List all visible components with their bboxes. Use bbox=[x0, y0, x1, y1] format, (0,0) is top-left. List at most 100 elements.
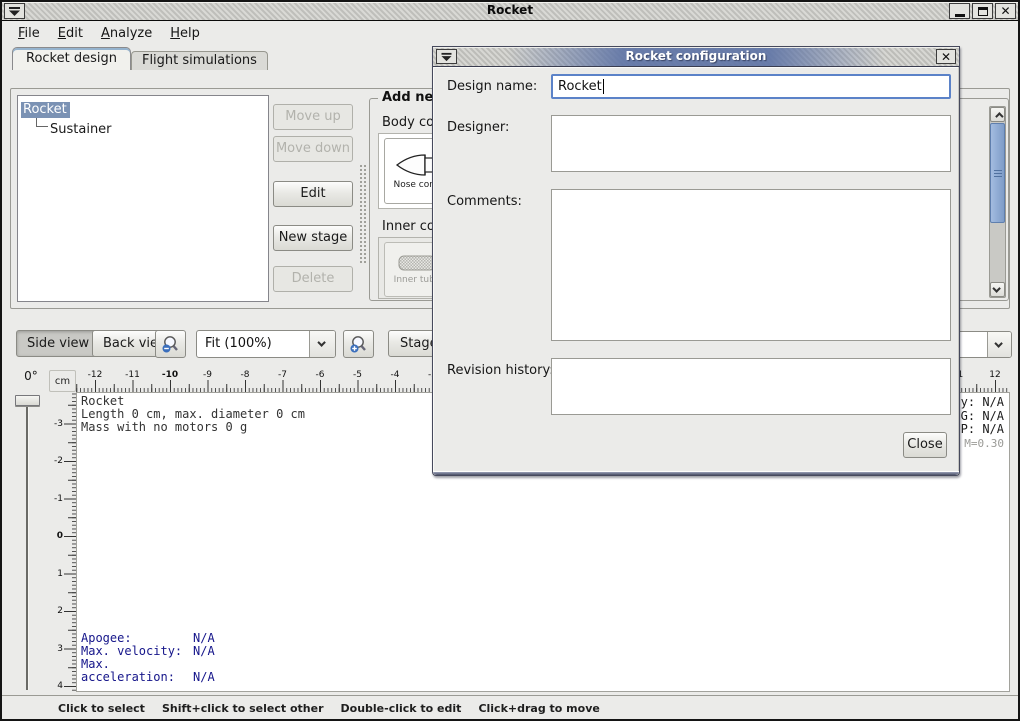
designer-label: Designer: bbox=[447, 120, 509, 135]
window-titlebar[interactable]: Rocket ✕ bbox=[2, 2, 1018, 21]
hint-item: Double-click to edit bbox=[341, 702, 462, 715]
menubar: FileEditAnalyzeHelp bbox=[4, 22, 209, 45]
move-up-button[interactable]: Move up bbox=[273, 104, 353, 130]
design-name-label: Design name: bbox=[447, 79, 537, 94]
window-title: Rocket bbox=[2, 3, 1018, 17]
menu-edit[interactable]: Edit bbox=[49, 23, 92, 44]
scroll-down-button[interactable] bbox=[990, 282, 1005, 297]
thumb-grip bbox=[994, 176, 1002, 177]
new-stage-button[interactable]: New stage bbox=[273, 225, 353, 251]
flight-stat-value: N/A bbox=[193, 670, 215, 684]
inner-tube-icon bbox=[397, 254, 437, 272]
component-scrollbar[interactable] bbox=[989, 106, 1006, 298]
tree-item-rocket[interactable]: Rocket bbox=[21, 98, 265, 118]
vruler-label: -2 bbox=[54, 456, 63, 466]
hint-item: Click+drag to move bbox=[478, 702, 599, 715]
hruler-label: -4 bbox=[391, 370, 400, 380]
zoom-level-combo[interactable]: Fit (100%) bbox=[196, 330, 336, 358]
minimize-button[interactable] bbox=[949, 3, 970, 19]
vruler-label: 2 bbox=[57, 606, 63, 616]
hruler-label: -7 bbox=[278, 370, 287, 380]
flight-stats: Apogee:N/AMax. velocity:N/AMax. accelera… bbox=[81, 632, 215, 684]
comments-textarea[interactable] bbox=[551, 189, 951, 341]
design-name-value: Rocket bbox=[558, 79, 602, 94]
vruler-label: 4 bbox=[57, 681, 63, 691]
hruler-label: -11 bbox=[125, 370, 140, 380]
menu-file[interactable]: File bbox=[9, 23, 49, 44]
hint-bar: Click to select Shift+click to select oth… bbox=[2, 695, 1018, 720]
zoom-combo-dropdown-button[interactable] bbox=[309, 331, 335, 357]
dialog-close-icon: ✕ bbox=[941, 51, 951, 63]
dialog-titlebar[interactable]: Rocket configuration ✕ bbox=[433, 47, 959, 67]
hint-item: Shift+click to select other bbox=[162, 702, 324, 715]
zoom-level-value: Fit (100%) bbox=[197, 331, 309, 357]
rotation-slider-handle[interactable] bbox=[15, 395, 40, 406]
flight-stat-value: N/A bbox=[193, 631, 215, 645]
dialog-resize-edge[interactable] bbox=[433, 471, 959, 475]
move-down-button[interactable]: Move down bbox=[273, 136, 353, 162]
ruler-unit-label: cm bbox=[49, 370, 76, 392]
chevron-down-icon bbox=[994, 339, 1002, 347]
tree-connector-line bbox=[36, 118, 48, 127]
rotation-slider-track[interactable] bbox=[26, 406, 28, 690]
zoom-in-button[interactable] bbox=[343, 330, 374, 358]
design-name-input[interactable]: Rocket bbox=[551, 74, 951, 99]
chevron-down-icon bbox=[992, 284, 1000, 292]
maximize-button[interactable] bbox=[972, 3, 993, 19]
hruler-label: -8 bbox=[241, 370, 250, 380]
rocket-info-line: Mass with no motors 0 g bbox=[81, 421, 305, 434]
edit-button[interactable]: Edit bbox=[273, 181, 353, 207]
hruler-label: -9 bbox=[203, 370, 212, 380]
hruler-label: -12 bbox=[88, 370, 103, 380]
vruler-label: -3 bbox=[54, 419, 63, 429]
vruler-label: -1 bbox=[54, 494, 63, 504]
zoom-out-button[interactable] bbox=[155, 330, 186, 358]
hruler-label: -5 bbox=[353, 370, 362, 380]
tree-item-sustainer-label: Sustainer bbox=[50, 122, 112, 137]
vruler-label: 3 bbox=[57, 644, 63, 654]
rocket-info-text: RocketLength 0 cm, max. diameter 0 cmMas… bbox=[81, 395, 305, 434]
panel-divider-handle[interactable] bbox=[359, 164, 368, 264]
text-caret bbox=[603, 79, 604, 94]
menu-help[interactable]: Help bbox=[161, 23, 209, 44]
tab-flight-simulations[interactable]: Flight simulations bbox=[131, 51, 268, 70]
menu-analyze[interactable]: Analyze bbox=[92, 23, 161, 44]
chevron-down-icon bbox=[317, 338, 325, 346]
hruler-label: 12 bbox=[989, 370, 1000, 380]
thumb-grip bbox=[994, 170, 1002, 171]
app-window: Rocket ✕ FileEditAnalyzeHelp Rocket desi… bbox=[0, 0, 1020, 721]
close-icon: ✕ bbox=[1000, 5, 1010, 17]
vruler-label: 0 bbox=[57, 531, 63, 541]
vertical-ruler-ticks bbox=[64, 392, 76, 692]
scroll-up-button[interactable] bbox=[990, 107, 1005, 122]
tree-item-sustainer[interactable]: Sustainer bbox=[36, 118, 265, 137]
close-button[interactable]: ✕ bbox=[995, 3, 1016, 19]
vruler-label: 1 bbox=[57, 569, 63, 579]
dialog-close-action-button[interactable]: Close bbox=[903, 432, 947, 458]
flight-stat-label: Max. acceleration: bbox=[81, 658, 193, 684]
configuration-dropdown-button[interactable] bbox=[987, 332, 1011, 357]
dialog-close-button[interactable]: ✕ bbox=[936, 49, 956, 64]
flight-stat-row: Max. acceleration:N/A bbox=[81, 658, 215, 684]
component-tree[interactable]: Rocket Sustainer bbox=[17, 95, 269, 302]
hint-item: Click to select bbox=[58, 702, 145, 715]
revision-history-textarea[interactable] bbox=[551, 358, 951, 415]
revision-history-label: Revision history: bbox=[447, 363, 554, 378]
vertical-ruler: -3 -2 -1 0 1 2 3 4 bbox=[49, 392, 76, 692]
rotation-angle-label: 0° bbox=[16, 369, 46, 383]
scrollbar-thumb[interactable] bbox=[990, 123, 1005, 223]
chevron-up-icon bbox=[995, 112, 1003, 120]
hruler-label: -10 bbox=[162, 370, 178, 380]
delete-button[interactable]: Delete bbox=[273, 266, 353, 292]
maximize-icon bbox=[978, 7, 988, 16]
tree-item-rocket-label: Rocket bbox=[21, 102, 70, 118]
flight-stat-value: N/A bbox=[193, 644, 215, 658]
dialog-title: Rocket configuration bbox=[433, 49, 959, 63]
hruler-label: -6 bbox=[316, 370, 325, 380]
tab-rocket-design[interactable]: Rocket design bbox=[12, 47, 131, 70]
zoom-out-icon bbox=[161, 335, 180, 354]
side-view-button[interactable]: Side view bbox=[16, 330, 100, 357]
dialog-body: Design name: Rocket Designer: Comments: … bbox=[433, 67, 959, 471]
tab-bar: Rocket design Flight simulations bbox=[12, 47, 268, 70]
designer-textarea[interactable] bbox=[551, 115, 951, 172]
